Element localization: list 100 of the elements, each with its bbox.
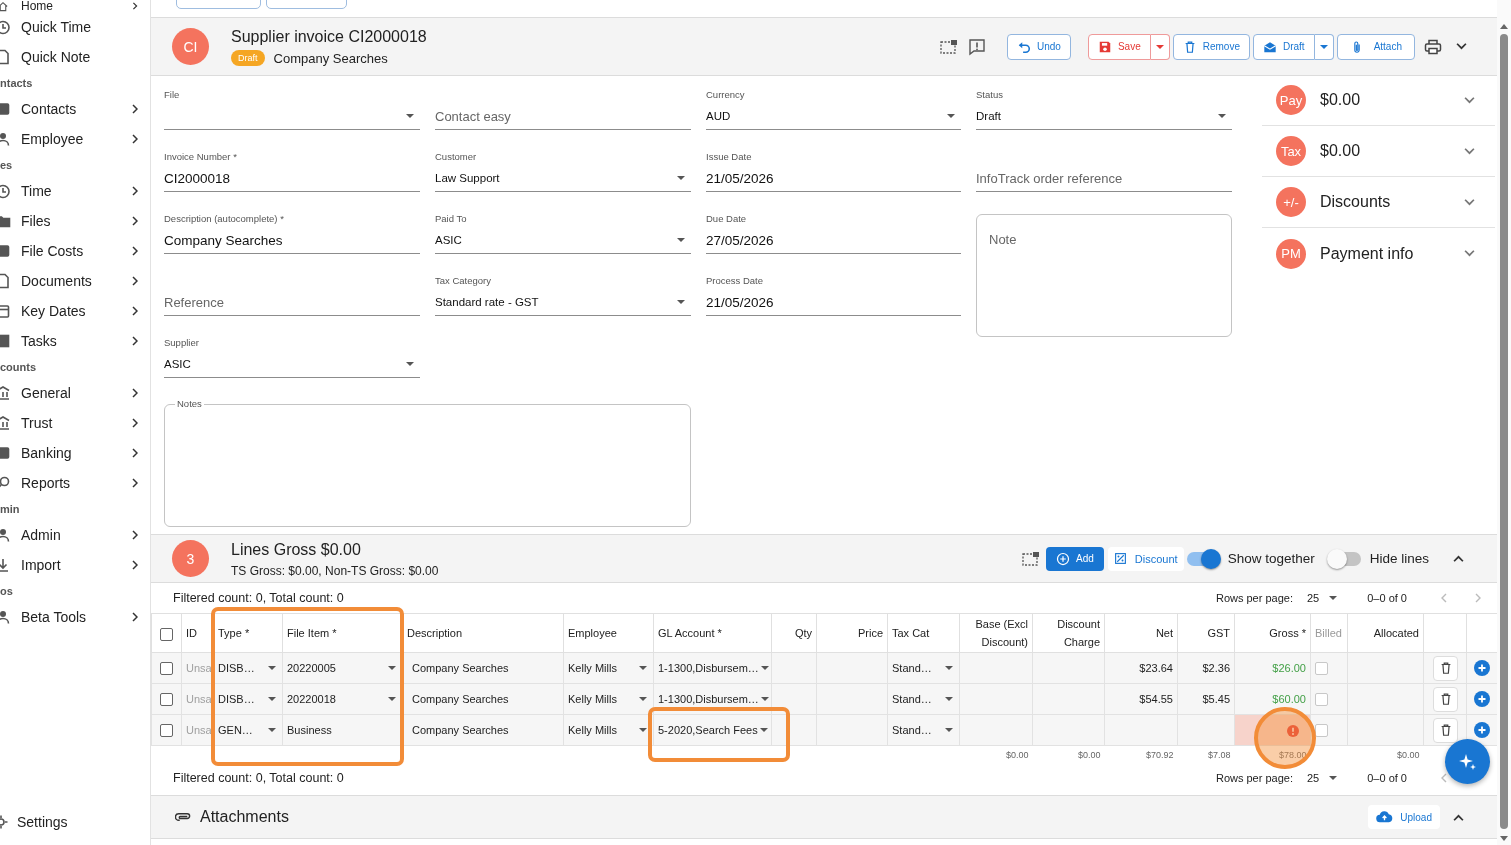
save-button[interactable]: Save — [1087, 33, 1151, 60]
count-text: Filtered count: 0, Total count: 0 — [173, 591, 344, 605]
sidebar-item[interactable]: Key Dates — [0, 296, 150, 326]
column-header: Type * — [218, 627, 250, 639]
envelope-icon — [1262, 39, 1277, 54]
text-field[interactable]: InfoTrack order reference — [976, 144, 1232, 192]
rows-per-page-select[interactable]: 25 — [1307, 592, 1338, 604]
dropdown-field[interactable]: Paid To ASIC — [435, 206, 691, 254]
sidebar-item[interactable]: Documents — [0, 266, 150, 296]
sidebar-item[interactable]: Tasks — [0, 326, 150, 356]
sidebar-item[interactable]: Employee — [0, 124, 150, 154]
column-header: ID — [186, 627, 197, 639]
sidebar-item[interactable]: Reports — [0, 468, 150, 498]
sidebar-item[interactable]: Banking — [0, 438, 150, 468]
caret-icon — [406, 114, 414, 118]
dropdown-field[interactable]: Supplier ASIC — [164, 330, 420, 378]
sidebar-item[interactable]: Settings — [0, 807, 150, 837]
sidebar-item[interactable]: General — [0, 378, 150, 408]
sidebar-item[interactable]: Quick Note — [0, 42, 150, 72]
table-cell: $60.00 — [1272, 693, 1306, 705]
table-cell: $26.00 — [1272, 662, 1306, 674]
plus-circle-icon[interactable] — [1474, 660, 1490, 676]
draft-button[interactable]: Draft — [1252, 33, 1315, 60]
rows-per-page-select[interactable]: 25 — [1307, 772, 1338, 784]
table-cell: $54.55 — [1139, 693, 1173, 705]
text-field[interactable]: Issue Date 21/05/2026 — [706, 144, 961, 192]
dropdown-field[interactable]: Currency AUD — [706, 82, 961, 130]
total-value: $0.00 — [1077, 749, 1101, 760]
dropdown-field[interactable]: Tax Category Standard rate - GST — [435, 268, 691, 316]
total-value: $7.08 — [1207, 749, 1231, 760]
chevron-up-icon[interactable] — [1453, 555, 1464, 562]
dropdown-field[interactable]: Status Draft — [976, 82, 1232, 130]
summary-row[interactable]: Tax $0.00 — [1262, 126, 1495, 177]
column-header: Base (Excl Discount) — [975, 618, 1028, 648]
summary-avatar: +/- — [1276, 187, 1306, 217]
row-checkbox[interactable] — [160, 692, 173, 706]
caret-down-icon[interactable] — [1500, 836, 1508, 841]
sparkle-fab-button[interactable] — [1445, 739, 1490, 784]
add-button[interactable]: Add — [1046, 546, 1104, 571]
summary-row[interactable]: PM Payment info — [1262, 228, 1495, 279]
delete-button[interactable] — [1433, 686, 1458, 712]
sidebar-item[interactable]: Time — [0, 176, 150, 206]
dropdown-field[interactable]: File — [164, 82, 420, 130]
sidebar-item[interactable]: Admin — [0, 520, 150, 550]
sidebar-item[interactable]: Files — [0, 206, 150, 236]
delete-button[interactable] — [1433, 655, 1458, 681]
total-value: $70.92 — [1145, 749, 1174, 760]
count-text: Filtered count: 0, Total count: 0 — [173, 771, 344, 785]
upload-button[interactable]: Upload — [1368, 805, 1440, 829]
sidebar-item[interactable]: Import — [0, 550, 150, 580]
caret-icon — [268, 728, 276, 732]
dropdown-button[interactable] — [1150, 33, 1170, 60]
note-textarea[interactable]: Note — [976, 214, 1232, 337]
dropdown-field[interactable]: Customer Law Support — [435, 144, 691, 192]
dashed-select-icon[interactable] — [1022, 550, 1041, 567]
text-field[interactable]: Contact easy — [435, 82, 691, 130]
text-field[interactable]: Description (autocomplete) * Company Searches — [164, 206, 420, 254]
sidebar-item[interactable]: File Costs — [0, 236, 150, 266]
chevron-down-icon[interactable] — [1456, 43, 1467, 50]
text-field[interactable]: Process Date 21/05/2026 — [706, 268, 961, 316]
toggle-switch[interactable] — [1328, 551, 1361, 566]
page-range-text: 0–0 of 0 — [1367, 592, 1407, 604]
sidebar-section-label: min — [0, 502, 21, 517]
summary-avatar: Pay — [1276, 85, 1306, 115]
column-header: Allocated — [1373, 627, 1419, 639]
caret-icon — [639, 666, 647, 670]
discount-button[interactable]: Discount — [1107, 546, 1184, 571]
text-field[interactable]: Invoice Number * CI2000018 — [164, 144, 420, 192]
summary-avatar: PM — [1276, 238, 1306, 269]
scrollbar[interactable] — [1497, 0, 1511, 845]
caret-icon — [677, 238, 685, 242]
comment-alert-icon[interactable] — [968, 37, 986, 56]
chevron-up-icon[interactable] — [1453, 813, 1464, 821]
select-all-checkbox[interactable] — [160, 627, 173, 641]
summary-row[interactable]: Pay $0.00 — [1262, 75, 1495, 126]
printer-icon[interactable] — [1424, 38, 1442, 55]
text-field[interactable]: Reference — [164, 268, 420, 316]
sidebar-item[interactable]: Trust — [0, 408, 150, 438]
caret-up-icon[interactable] — [1500, 24, 1508, 29]
remove-button[interactable]: Remove — [1172, 33, 1250, 60]
text-field[interactable]: Due Date 27/05/2026 — [706, 206, 961, 254]
attach-button[interactable]: Attach — [1336, 33, 1415, 60]
sidebar-item[interactable]: Quick Time — [0, 12, 150, 42]
sidebar-item[interactable]: Contacts — [0, 94, 150, 124]
plus-circle-icon[interactable] — [1474, 691, 1490, 707]
dropdown-button[interactable] — [1314, 33, 1334, 60]
row-checkbox[interactable] — [160, 661, 173, 675]
dashed-select-icon[interactable] — [940, 38, 958, 55]
sidebar-item[interactable]: Home — [0, 0, 150, 12]
sidebar-item[interactable]: Beta Tools — [0, 602, 150, 632]
toggle-switch[interactable] — [1186, 551, 1219, 566]
toggle-label: Hide lines — [1369, 551, 1429, 566]
column-header: Net — [1155, 627, 1173, 639]
row-checkbox[interactable] — [160, 723, 173, 737]
caret-icon — [1218, 114, 1226, 118]
scrollbar-thumb[interactable] — [1500, 34, 1508, 829]
delete-button[interactable] — [1433, 717, 1458, 743]
summary-row[interactable]: +/- Discounts — [1262, 177, 1495, 228]
undo-button[interactable]: Undo — [1007, 33, 1071, 60]
plus-circle-icon[interactable] — [1474, 722, 1490, 738]
